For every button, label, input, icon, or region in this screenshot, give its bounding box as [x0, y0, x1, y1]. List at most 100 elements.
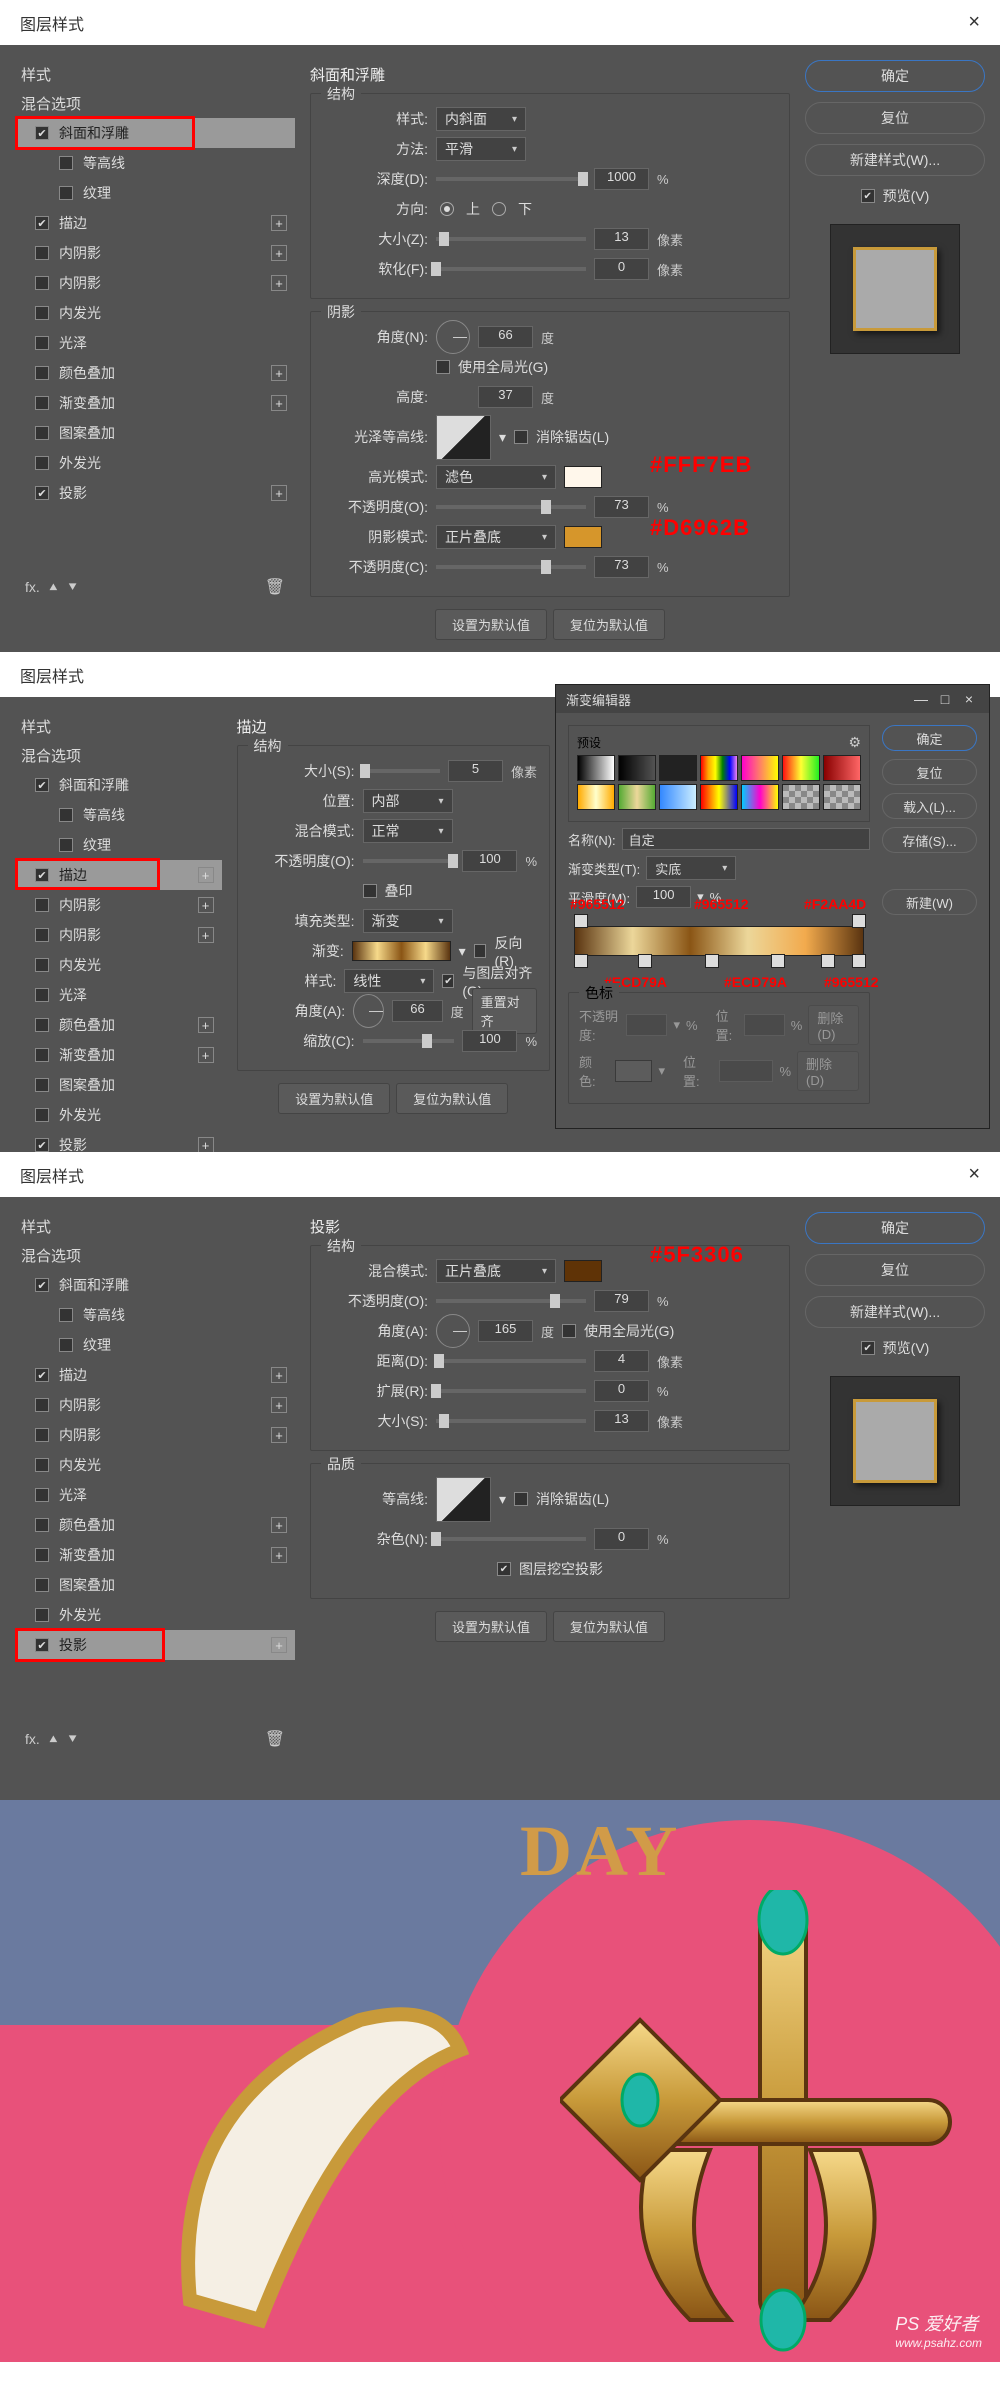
checkbox-icon[interactable]	[35, 336, 49, 350]
add-icon[interactable]: +	[271, 245, 287, 261]
size-slider[interactable]	[436, 1419, 586, 1423]
effect-inner-shadow-2[interactable]: 内阴影+	[15, 1420, 295, 1450]
ge-ok-button[interactable]: 确定	[882, 725, 977, 751]
checkbox-icon[interactable]	[35, 456, 49, 470]
preset-swatch[interactable]	[823, 755, 861, 781]
add-icon[interactable]: +	[271, 1547, 287, 1563]
size-slider[interactable]	[363, 769, 440, 773]
effect-inner-shadow-2[interactable]: 内阴影+	[15, 268, 295, 298]
preset-swatch[interactable]	[659, 784, 697, 810]
fill-type-dropdown[interactable]: 渐变	[363, 909, 453, 933]
effect-inner-glow[interactable]: 内发光	[15, 950, 222, 980]
ge-cancel-button[interactable]: 复位	[882, 759, 977, 785]
reset-default-button[interactable]: 复位为默认值	[553, 609, 665, 640]
checkbox-icon[interactable]	[59, 186, 73, 200]
checkbox-icon[interactable]	[35, 1398, 49, 1412]
styles-header[interactable]: 样式	[15, 712, 222, 741]
preset-swatch[interactable]	[700, 784, 738, 810]
preset-swatch[interactable]	[577, 784, 615, 810]
add-icon[interactable]: +	[271, 1367, 287, 1383]
checkbox-icon[interactable]	[35, 396, 49, 410]
effect-texture[interactable]: 纹理	[15, 1330, 295, 1360]
ge-import-button[interactable]: 载入(L)...	[882, 793, 977, 819]
checkbox-icon[interactable]	[35, 1018, 49, 1032]
add-icon[interactable]: +	[198, 897, 214, 913]
arrow-up-icon[interactable]: ⯅	[48, 579, 59, 596]
reverse-checkbox[interactable]	[474, 944, 487, 958]
opacity-h-input[interactable]: 73	[594, 496, 649, 518]
preset-swatch[interactable]	[659, 755, 697, 781]
effect-satin[interactable]: 光泽	[15, 1480, 295, 1510]
shadow-color-swatch[interactable]	[564, 526, 602, 548]
effect-inner-shadow[interactable]: 内阴影+	[15, 890, 222, 920]
checkbox-icon[interactable]	[35, 246, 49, 260]
checkbox-icon[interactable]	[35, 486, 49, 500]
minimize-icon[interactable]: —	[911, 691, 931, 707]
checkbox-icon[interactable]	[35, 1578, 49, 1592]
set-default-button[interactable]: 设置为默认值	[435, 609, 547, 640]
add-icon[interactable]: +	[271, 1517, 287, 1533]
add-icon[interactable]: +	[198, 1047, 214, 1063]
depth-slider[interactable]	[436, 177, 586, 181]
checkbox-icon[interactable]	[35, 1428, 49, 1442]
color-stop[interactable]	[771, 954, 785, 968]
effect-inner-glow[interactable]: 内发光	[15, 1450, 295, 1480]
arrow-down-icon[interactable]: ⯆	[67, 579, 78, 596]
gradient-name-input[interactable]	[622, 828, 870, 850]
antialias-checkbox[interactable]	[514, 1492, 528, 1506]
arrow-up-icon[interactable]: ⯅	[48, 1731, 59, 1748]
add-icon[interactable]: +	[271, 215, 287, 231]
checkbox-icon[interactable]	[35, 276, 49, 290]
delete-stop-button[interactable]: 删除(D)	[808, 1005, 859, 1045]
checkbox-icon[interactable]	[35, 1108, 49, 1122]
checkbox-icon[interactable]	[35, 958, 49, 972]
new-style-button[interactable]: 新建样式(W)...	[805, 1296, 985, 1328]
checkbox-icon[interactable]	[59, 1308, 73, 1322]
spread-slider[interactable]	[436, 1389, 586, 1393]
close-icon[interactable]: ×	[968, 1163, 980, 1186]
effect-inner-shadow[interactable]: 内阴影+	[15, 1390, 295, 1420]
close-icon[interactable]: ×	[968, 11, 980, 34]
opacity-stop[interactable]	[574, 914, 588, 928]
add-icon[interactable]: +	[271, 1397, 287, 1413]
checkbox-icon[interactable]	[35, 778, 49, 792]
reset-align-button[interactable]: 重置对齐	[472, 988, 537, 1034]
reset-default-button[interactable]: 复位为默认值	[553, 1611, 665, 1642]
preset-swatch[interactable]	[782, 755, 820, 781]
ok-button[interactable]: 确定	[805, 1212, 985, 1244]
effect-bevel[interactable]: 斜面和浮雕	[15, 770, 222, 800]
effect-pattern-overlay[interactable]: 图案叠加	[15, 1070, 222, 1100]
checkbox-icon[interactable]	[35, 1488, 49, 1502]
distance-input[interactable]: 4	[594, 1350, 649, 1372]
highlight-dropdown[interactable]: 滤色	[436, 465, 556, 489]
checkbox-icon[interactable]	[35, 1638, 49, 1652]
angle-dial[interactable]	[436, 320, 470, 354]
effect-satin[interactable]: 光泽	[15, 328, 295, 358]
noise-slider[interactable]	[436, 1537, 586, 1541]
blend-header[interactable]: 混合选项	[15, 741, 222, 770]
checkbox-icon[interactable]	[35, 1608, 49, 1622]
add-icon[interactable]: +	[198, 1017, 214, 1033]
size-input[interactable]: 5	[448, 760, 503, 782]
angle-dial[interactable]	[436, 1314, 470, 1348]
opacity-stop[interactable]	[852, 914, 866, 928]
global-light-checkbox[interactable]	[562, 1324, 576, 1338]
blend-dropdown[interactable]: 正片叠底	[436, 1259, 556, 1283]
effect-drop-shadow[interactable]: 投影+	[15, 478, 295, 508]
effect-contour[interactable]: 等高线	[15, 1300, 295, 1330]
scale-input[interactable]: 100	[462, 1030, 517, 1052]
add-icon[interactable]: +	[271, 1637, 287, 1653]
soften-slider[interactable]	[436, 267, 586, 271]
effect-gradient-overlay[interactable]: 渐变叠加+	[15, 1540, 295, 1570]
checkbox-icon[interactable]	[59, 156, 73, 170]
angle-input[interactable]: 66	[392, 1000, 442, 1022]
effect-stroke[interactable]: 描边+	[15, 1360, 295, 1390]
preset-swatch[interactable]	[741, 755, 779, 781]
checkbox-icon[interactable]	[35, 426, 49, 440]
overprint-checkbox[interactable]	[363, 884, 377, 898]
distance-slider[interactable]	[436, 1359, 586, 1363]
opacity-input[interactable]: 79	[594, 1290, 649, 1312]
checkbox-icon[interactable]	[35, 1278, 49, 1292]
effect-stroke[interactable]: 描边+	[15, 208, 295, 238]
add-icon[interactable]: +	[198, 927, 214, 943]
